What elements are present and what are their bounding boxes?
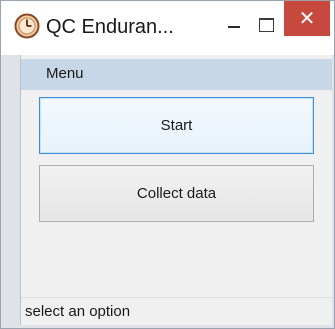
minimize-button[interactable]	[221, 7, 247, 41]
start-button[interactable]: Start	[39, 97, 314, 154]
menu-bar: Menu	[21, 59, 332, 90]
app-window: QC Enduran... ✕ Menu Start Collect data …	[0, 0, 335, 329]
title-bar[interactable]: QC Enduran... ✕	[1, 1, 334, 55]
collect-data-button[interactable]: Collect data	[39, 165, 314, 222]
status-bar: select an option	[21, 297, 332, 325]
client-area: Menu Start Collect data select an option	[20, 55, 332, 325]
window-title: QC Enduran...	[46, 16, 174, 38]
close-button[interactable]: ✕	[284, 1, 330, 36]
maximize-button[interactable]	[253, 7, 279, 41]
menu-item-menu[interactable]: Menu	[42, 64, 88, 84]
close-icon: ✕	[298, 8, 316, 30]
collect-data-button-label: Collect data	[136, 185, 217, 202]
start-button-label: Start	[160, 117, 193, 134]
status-text: select an option	[25, 303, 131, 320]
clock-icon	[14, 13, 40, 39]
